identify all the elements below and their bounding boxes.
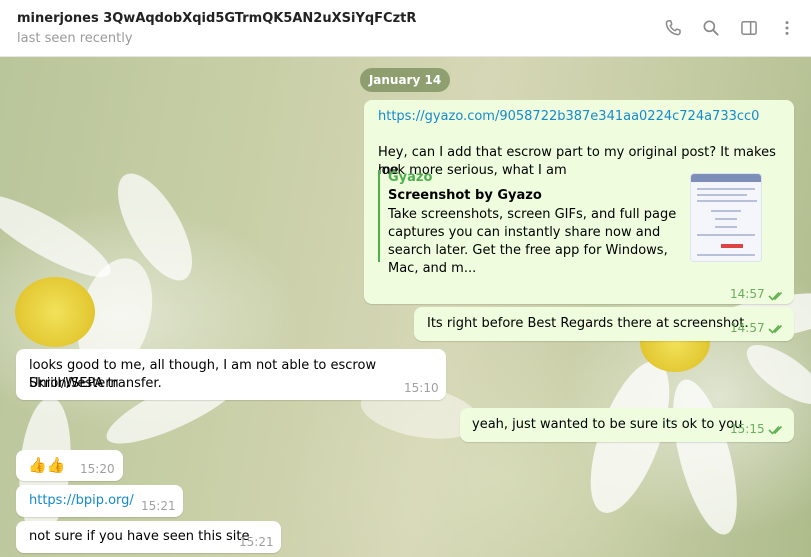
message-time: 15:15	[730, 422, 765, 436]
preview-description: Take screenshots, screen GIFs, and full …	[388, 207, 677, 276]
contact-name[interactable]: minerjones 3QwAqdobXqid5GTrmQK5AN2uXSiYq…	[17, 11, 416, 26]
message-outgoing[interactable]: Its right before Best Regards there at s…	[414, 307, 794, 341]
contact-status: last seen recently	[17, 31, 133, 46]
search-icon[interactable]	[699, 16, 723, 40]
read-checks-icon	[768, 425, 783, 435]
message-time: 15:21	[239, 535, 274, 549]
link-preview[interactable]: Gyazo Screenshot by Gyazo Take screensho…	[378, 170, 684, 276]
message-time: 14:57	[730, 287, 765, 301]
message-time: 15:20	[80, 462, 115, 476]
message-text: Its right before Best Regards there at s…	[427, 316, 749, 331]
phone-icon[interactable]	[661, 16, 685, 40]
message-outgoing[interactable]: yeah, just wanted to be sure its ok to y…	[460, 408, 794, 442]
message-incoming[interactable]: 👍👍 15:20	[16, 450, 123, 481]
message-incoming[interactable]: https://bpip.org/ 15:21	[16, 485, 183, 517]
message-link[interactable]: https://bpip.org/	[29, 492, 134, 510]
read-checks-icon	[768, 291, 783, 301]
preview-site-name: Gyazo	[388, 170, 433, 185]
message-outgoing[interactable]: https://gyazo.com/9058722b387e341aa0224c…	[364, 100, 794, 304]
chat-header: minerjones 3QwAqdobXqid5GTrmQK5AN2uXSiYq…	[0, 0, 811, 57]
preview-thumbnail[interactable]	[690, 173, 762, 262]
sidebar-toggle-icon[interactable]	[737, 16, 761, 40]
message-text-line: Union/SEPA transfer.	[29, 376, 162, 391]
preview-title: Screenshot by Gyazo	[388, 188, 542, 203]
message-time: 15:21	[141, 499, 176, 513]
thumbs-up-emoji: 👍👍	[28, 456, 66, 474]
message-time: 14:57	[730, 321, 765, 335]
message-text: not sure if you have seen this site	[29, 529, 250, 544]
chat-area[interactable]: January 14 https://gyazo.com/9058722b387…	[0, 57, 811, 557]
read-checks-icon	[768, 324, 783, 334]
message-link[interactable]: https://gyazo.com/9058722b387e341aa0224c…	[378, 108, 759, 126]
more-vertical-icon[interactable]	[775, 16, 799, 40]
message-incoming[interactable]: looks good to me, all though, I am not a…	[16, 349, 446, 400]
message-time: 15:10	[404, 381, 439, 395]
date-separator: January 14	[360, 68, 450, 92]
message-incoming[interactable]: not sure if you have seen this site 15:2…	[16, 521, 281, 553]
message-text: yeah, just wanted to be sure its ok to y…	[472, 417, 743, 432]
